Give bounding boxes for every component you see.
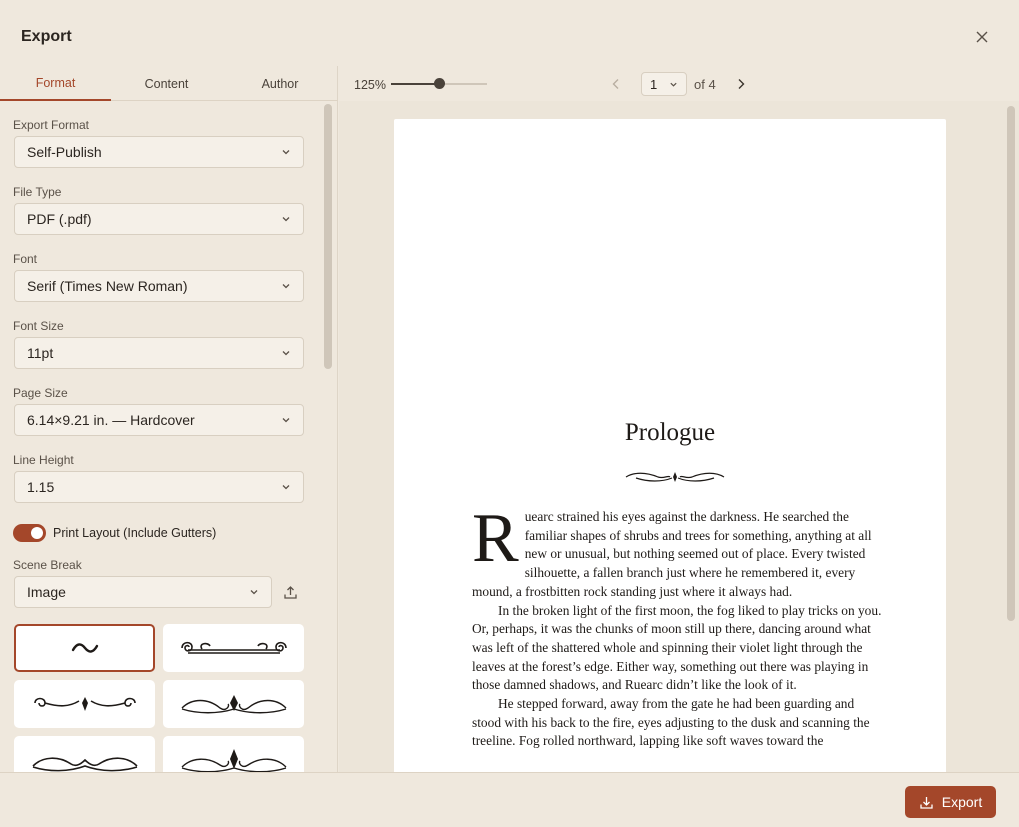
drop-cap: R xyxy=(472,500,519,577)
chevron-left-icon xyxy=(612,79,619,89)
scene-break-value: Image xyxy=(27,584,66,600)
chevron-right-icon xyxy=(738,79,745,89)
swirl-ornament-icon xyxy=(33,697,136,711)
chapter-body: R uearc strained his eyes against the da… xyxy=(472,500,882,751)
chevron-down-icon xyxy=(282,150,290,155)
chapter-title: Prologue xyxy=(624,419,716,446)
font-size-label: Font Size xyxy=(13,319,64,333)
scene-break-option-swirl[interactable] xyxy=(14,680,155,728)
paragraph: In the broken light of the first moon, t… xyxy=(472,602,882,693)
next-page-button[interactable] xyxy=(731,74,751,94)
upload-scene-break-button[interactable] xyxy=(280,582,300,602)
font-select[interactable]: Serif (Times New Roman) xyxy=(14,270,304,302)
page-number-value: 1 xyxy=(650,76,658,92)
chevron-down-icon xyxy=(282,284,290,289)
page-number-select[interactable]: 1 xyxy=(641,72,687,96)
tab-author[interactable]: Author xyxy=(222,66,338,101)
chevron-down-icon xyxy=(670,82,677,87)
file-type-value: PDF (.pdf) xyxy=(27,211,92,227)
dialog-title: Export xyxy=(21,28,72,45)
zoom-label: 125% xyxy=(354,78,386,92)
chevron-down-icon xyxy=(282,217,290,222)
export-format-label: Export Format xyxy=(13,118,90,132)
font-size-select[interactable]: 11pt xyxy=(14,337,304,369)
scene-break-select[interactable]: Image xyxy=(14,576,272,608)
crown-flourish-ornament-icon xyxy=(181,749,286,772)
preview-page: Prologue R uearc strained his eyes again… xyxy=(394,119,946,772)
scene-break-ornament-icon xyxy=(625,472,725,482)
scene-break-option-flourish[interactable] xyxy=(163,680,304,728)
page-size-label: Page Size xyxy=(13,386,68,400)
zoom-slider[interactable] xyxy=(391,78,487,89)
close-button[interactable] xyxy=(972,27,992,47)
zoom-slider-fill xyxy=(391,83,439,85)
preview-scrollbar[interactable] xyxy=(1007,106,1015,621)
tab-content[interactable]: Content xyxy=(111,66,222,101)
paragraph: uearc strained his eyes against the dark… xyxy=(472,509,872,599)
download-icon xyxy=(920,796,933,809)
file-type-label: File Type xyxy=(13,185,62,199)
font-label: Font xyxy=(13,252,38,266)
toggle-knob xyxy=(31,527,43,539)
settings-panel: Format Content Author Export Format Self… xyxy=(0,66,338,772)
dialog-header: Export xyxy=(0,0,1019,66)
page-count-label: of 4 xyxy=(694,77,716,92)
flourish-ornament-icon xyxy=(181,695,286,714)
upload-icon xyxy=(283,585,297,599)
bar-scroll-ornament-icon xyxy=(180,641,287,654)
dialog-footer: Export xyxy=(0,772,1019,827)
tab-bar: Format Content Author xyxy=(0,66,338,101)
scene-break-label: Scene Break xyxy=(13,558,82,572)
line-height-value: 1.15 xyxy=(27,479,55,495)
double-swirl-ornament-icon xyxy=(31,757,138,772)
export-button-label: Export xyxy=(941,794,983,810)
line-height-label: Line Height xyxy=(13,453,74,467)
settings-scrollbar[interactable] xyxy=(324,104,332,369)
format-form: Export Format Self-Publish File Type PDF… xyxy=(0,101,322,772)
tilde-ornament-icon xyxy=(71,643,98,653)
font-value: Serif (Times New Roman) xyxy=(27,278,188,294)
close-icon xyxy=(976,31,988,43)
export-format-select[interactable]: Self-Publish xyxy=(14,136,304,168)
font-size-value: 11pt xyxy=(27,345,54,361)
print-layout-toggle[interactable] xyxy=(13,524,46,542)
zoom-slider-thumb[interactable] xyxy=(434,78,445,89)
previous-page-button[interactable] xyxy=(606,74,626,94)
paragraph: He stepped forward, away from the gate h… xyxy=(472,696,870,749)
page-size-value: 6.14×9.21 in. — Hardcover xyxy=(27,412,195,428)
chevron-down-icon xyxy=(282,485,290,490)
preview-toolbar: 125% 1 of 4 xyxy=(339,66,1019,101)
page-size-select[interactable]: 6.14×9.21 in. — Hardcover xyxy=(14,404,304,436)
chevron-down-icon xyxy=(282,351,290,356)
chevron-down-icon xyxy=(282,418,290,423)
scene-break-option-double-swirl[interactable] xyxy=(14,736,155,772)
file-type-select[interactable]: PDF (.pdf) xyxy=(14,203,304,235)
chevron-down-icon xyxy=(250,590,258,595)
scene-break-option-crown-flourish[interactable] xyxy=(163,736,304,772)
export-format-value: Self-Publish xyxy=(27,144,102,160)
tab-format[interactable]: Format xyxy=(0,66,111,101)
scene-break-option-tilde[interactable] xyxy=(14,624,155,672)
scene-break-option-bar-scroll[interactable] xyxy=(163,624,304,672)
export-button[interactable]: Export xyxy=(905,786,996,818)
page-preview: Prologue R uearc strained his eyes again… xyxy=(339,101,1019,772)
print-layout-label: Print Layout (Include Gutters) xyxy=(53,526,217,540)
line-height-select[interactable]: 1.15 xyxy=(14,471,304,503)
